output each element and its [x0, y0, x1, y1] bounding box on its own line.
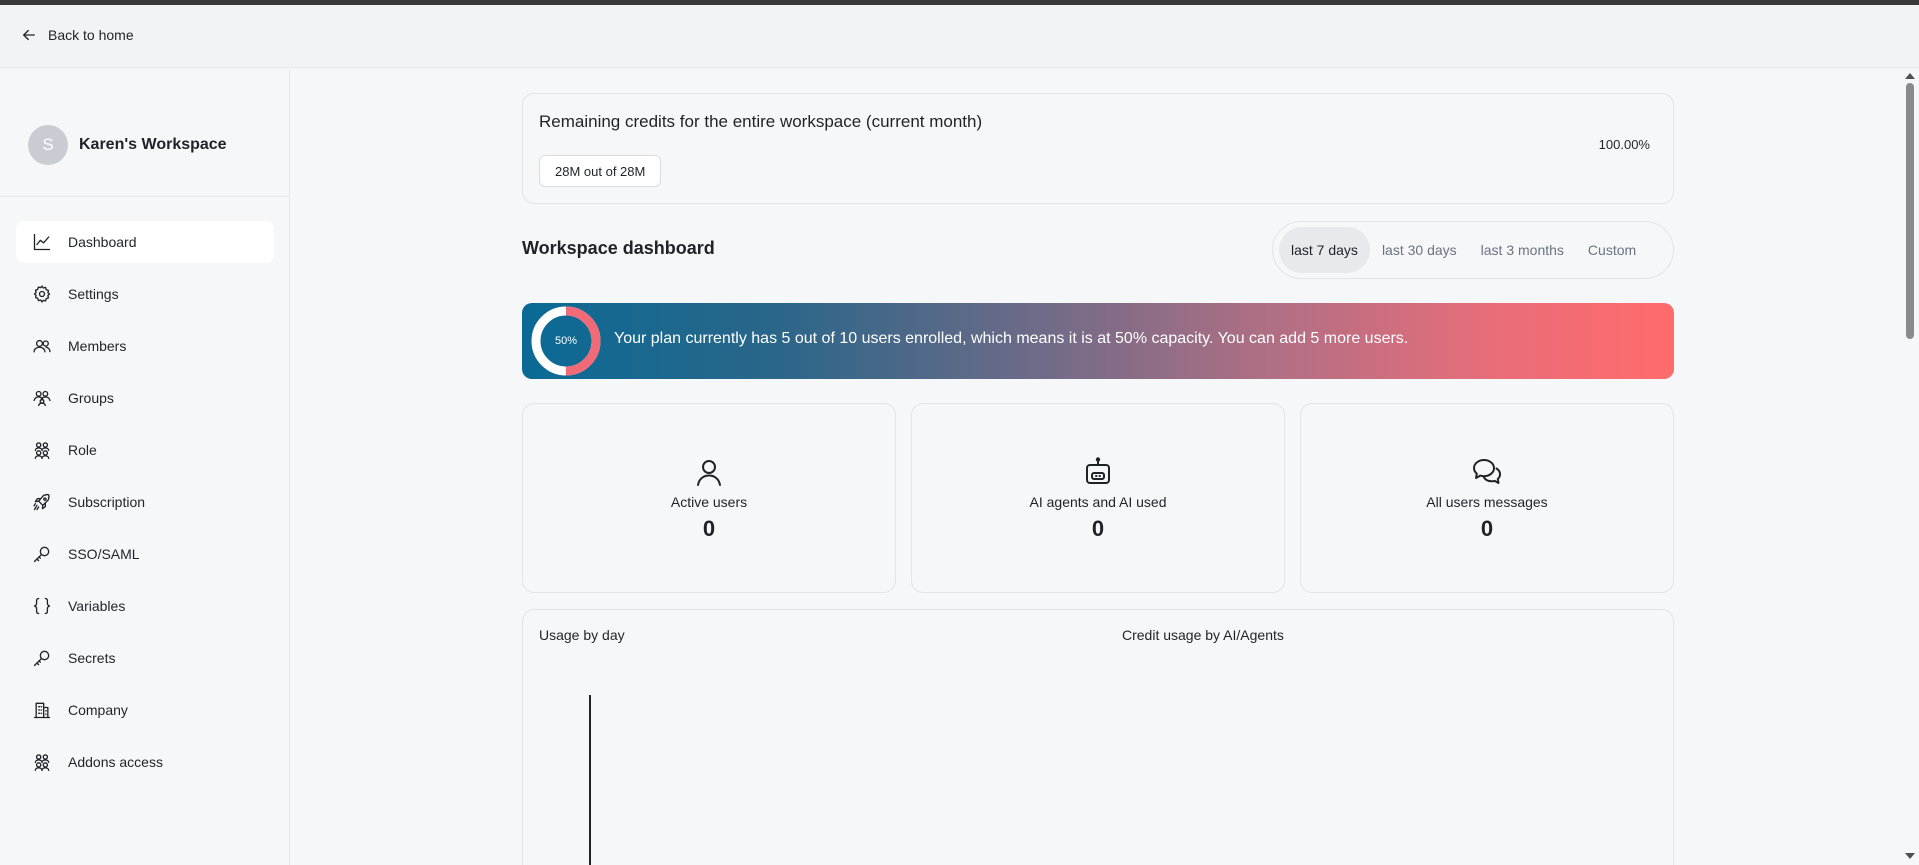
- groups-icon: [33, 390, 51, 407]
- sidebar-item-label: SSO/SAML: [68, 546, 140, 562]
- usage-card: Usage by day Credit usage by AI/Agents: [522, 609, 1674, 865]
- building-icon: [33, 702, 51, 719]
- key-icon: [33, 546, 50, 563]
- avatar: S: [28, 125, 68, 165]
- stat-card-active-users: Active users 0: [522, 403, 896, 593]
- credits-title: Remaining credits for the entire workspa…: [539, 112, 983, 131]
- stat-card-all-messages: All users messages 0: [1300, 403, 1674, 593]
- robot-icon: [1086, 457, 1110, 484]
- sidebar-item-groups[interactable]: Groups: [16, 377, 274, 419]
- sidebar-nav: Dashboard Settings Members Groups Role S…: [16, 221, 274, 793]
- capacity-text: Your plan currently has 5 out of 10 user…: [614, 330, 1409, 347]
- sidebar-item-label: Company: [68, 702, 128, 718]
- sidebar-item-variables[interactable]: Variables: [16, 585, 274, 627]
- credits-card: Remaining credits for the entire workspa…: [522, 93, 1674, 204]
- sidebar-item-label: Subscription: [68, 494, 146, 510]
- stat-card-ai-agents: AI agents and AI used 0: [911, 403, 1285, 593]
- date-range-selector: last 7 days last 30 days last 3 months C…: [1272, 221, 1674, 279]
- credits-percent: 100.00%: [1598, 137, 1650, 152]
- gear-icon: [33, 285, 51, 303]
- rocket-icon: [33, 493, 50, 511]
- chat-bubbles-icon: [1473, 459, 1501, 484]
- workspace-name: Karen's Workspace: [79, 136, 227, 153]
- sidebar-item-label: Settings: [68, 286, 119, 302]
- page-title: Workspace dashboard: [522, 238, 715, 258]
- usage-by-day-title: Usage by day: [539, 627, 625, 643]
- braces-icon: [33, 597, 51, 615]
- capacity-percent: 50%: [554, 335, 578, 347]
- stat-value: 0: [1480, 516, 1494, 541]
- sidebar-item-secrets[interactable]: Secrets: [16, 637, 274, 679]
- credits-badge: 28M out of 28M: [539, 155, 662, 187]
- chart-line-icon: [33, 233, 51, 251]
- sidebar-divider: [0, 196, 290, 197]
- sidebar-item-settings[interactable]: Settings: [16, 273, 274, 315]
- sidebar-item-company[interactable]: Company: [16, 689, 274, 731]
- stat-label: AI agents and AI used: [1029, 494, 1167, 510]
- top-bar: Back to home: [0, 5, 1919, 68]
- user-icon: [697, 460, 721, 486]
- sidebar-item-label: Variables: [68, 598, 126, 614]
- chart-y-axis: [589, 695, 591, 865]
- addons-icon: [34, 754, 50, 771]
- sidebar-item-members[interactable]: Members: [16, 325, 274, 367]
- role-icon: [34, 442, 50, 459]
- sidebar-item-role[interactable]: Role: [16, 429, 274, 471]
- sidebar-item-label: Addons access: [68, 754, 163, 770]
- workspace-header[interactable]: S Karen's Workspace: [28, 125, 227, 165]
- back-to-home-link[interactable]: Back to home: [20, 26, 134, 44]
- sidebar-item-label: Groups: [68, 390, 114, 406]
- range-last-7-days[interactable]: last 7 days: [1279, 227, 1370, 273]
- sidebar-item-subscription[interactable]: Subscription: [16, 481, 274, 523]
- scrollbar-thumb[interactable]: [1906, 83, 1914, 339]
- sidebar-item-label: Dashboard: [68, 234, 137, 250]
- credit-usage-title: Credit usage by AI/Agents: [1122, 627, 1284, 643]
- sidebar: S Karen's Workspace Dashboard Settings M…: [0, 69, 290, 865]
- capacity-banner: 50% Your plan currently has 5 out of 10 …: [522, 303, 1674, 379]
- range-custom[interactable]: Custom: [1576, 227, 1648, 273]
- main-content: Remaining credits for the entire workspa…: [291, 69, 1901, 865]
- sidebar-item-dashboard[interactable]: Dashboard: [16, 221, 274, 263]
- arrow-left-icon: [23, 29, 35, 41]
- users-icon: [33, 339, 51, 353]
- key-icon: [33, 650, 50, 667]
- stat-value: 0: [702, 516, 716, 541]
- stat-value: 0: [1091, 516, 1105, 541]
- scroll-down-arrow-icon[interactable]: [1905, 853, 1915, 859]
- stat-label: All users messages: [1426, 494, 1548, 510]
- sidebar-item-label: Role: [68, 442, 97, 458]
- range-last-3-months[interactable]: last 3 months: [1469, 227, 1576, 273]
- sidebar-item-label: Members: [68, 338, 127, 354]
- stat-label: Active users: [670, 494, 748, 510]
- range-last-30-days[interactable]: last 30 days: [1370, 227, 1469, 273]
- scroll-up-arrow-icon[interactable]: [1905, 73, 1915, 79]
- sidebar-item-addons-access[interactable]: Addons access: [16, 741, 274, 783]
- page-scrollbar[interactable]: [1901, 69, 1919, 865]
- sidebar-item-label: Secrets: [68, 650, 116, 666]
- sidebar-item-sso-saml[interactable]: SSO/SAML: [16, 533, 274, 575]
- back-label: Back to home: [48, 27, 134, 43]
